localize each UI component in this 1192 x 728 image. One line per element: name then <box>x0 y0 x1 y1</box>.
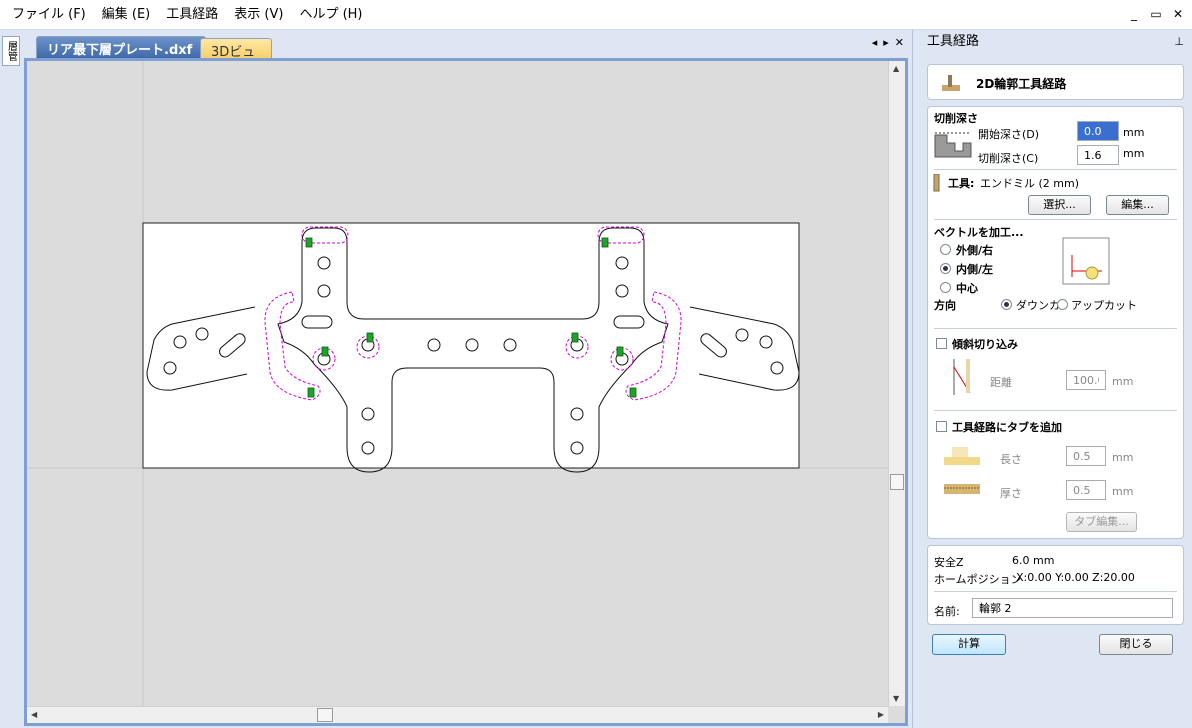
calculate-button[interactable]: 計算 <box>932 634 1006 655</box>
cut-depth-heading: 切削深さ <box>934 112 978 125</box>
ramp-label: 傾斜切り込み <box>952 338 1018 351</box>
vertical-scroll-thumb[interactable] <box>890 474 904 490</box>
menu-file[interactable]: ファイル (F) <box>0 0 94 30</box>
panel-title: 工具経路 ⊥ <box>913 30 1192 54</box>
start-depth-label: 開始深さ(D) <box>978 128 1040 141</box>
tab-length-unit: mm <box>1112 451 1134 464</box>
scroll-left-arrow-icon[interactable]: ◀ <box>31 710 37 719</box>
ramp-distance-unit: mm <box>1112 375 1134 388</box>
tab-thickness-label: 厚さ <box>1000 487 1022 500</box>
drawing-canvas[interactable] <box>27 61 888 706</box>
climb-cut-label: ダウンカット <box>1016 299 1058 312</box>
tab-length-input[interactable] <box>1066 446 1106 466</box>
document-area: リア最下層プレート.dxf 3Dビュー ◂ ▸ ✕ <box>22 30 910 728</box>
toolpath-name-input[interactable] <box>972 598 1173 618</box>
endmill-icon <box>933 174 940 192</box>
conventional-cut-label: アップカット <box>1071 299 1137 312</box>
info-box: 安全Z 6.0 mm ホームポジション X:0.00 Y:0.00 Z:20.0… <box>927 545 1184 625</box>
header-title: 2D輪郭工具経路 <box>976 77 1067 91</box>
tab-3d-view[interactable]: 3Dビュー <box>200 38 272 79</box>
home-position-label: ホームポジション <box>934 573 1022 586</box>
settings-box: 切削深さ 開始深さ(D) mm 切削深さ(C) mm 工具: エンドミル (2 … <box>927 106 1184 539</box>
menu-help[interactable]: ヘルプ (H) <box>291 0 370 30</box>
outside-right-radio[interactable] <box>940 244 951 255</box>
minimize-button[interactable]: _ <box>1128 7 1140 21</box>
inside-left-label: 内側/左 <box>956 263 994 276</box>
menu-toolpaths[interactable]: 工具経路 <box>158 0 226 30</box>
center-label: 中心 <box>956 282 978 295</box>
edit-tabs-button[interactable]: タブ編集... <box>1066 512 1137 532</box>
conventional-cut-radio[interactable] <box>1057 299 1068 310</box>
tab-dxf-document[interactable]: リア最下層プレート.dxf <box>36 36 206 58</box>
add-tabs-label: 工具経路にタブを追加 <box>952 421 1062 434</box>
profile-toolpath-icon <box>942 75 960 91</box>
safe-z-label: 安全Z <box>934 556 964 569</box>
restore-button[interactable]: ▭ <box>1150 7 1162 21</box>
ramp-checkbox[interactable] <box>936 338 947 349</box>
name-label: 名前: <box>934 605 960 618</box>
separator <box>934 591 1177 592</box>
tab-length-label: 長さ <box>1000 453 1022 466</box>
close-button[interactable]: ✕ <box>1172 7 1184 21</box>
separator <box>934 219 1177 220</box>
scroll-right-arrow-icon[interactable]: ▶ <box>878 710 884 719</box>
tab-controls: ◂ ▸ ✕ <box>872 36 904 49</box>
ramp-distance-input[interactable] <box>1066 370 1106 390</box>
inside-cut-preview-icon <box>1062 237 1110 285</box>
cut-depth-input[interactable] <box>1077 145 1119 165</box>
close-panel-button[interactable]: 閉じる <box>1099 634 1173 655</box>
tab-close-icon[interactable]: ✕ <box>895 36 904 49</box>
document-tabstrip: リア最下層プレート.dxf 3Dビュー ◂ ▸ ✕ <box>22 30 910 79</box>
edit-tool-button[interactable]: 編集... <box>1106 195 1169 215</box>
toolpath-panel: 工具経路 ⊥ 2D輪郭工具経路 切削深さ 開始深さ(D) mm 切削深さ(C) … <box>912 30 1192 728</box>
tool-name: エンドミル (2 mm) <box>980 177 1080 190</box>
horizontal-scroll-thumb[interactable] <box>317 708 333 722</box>
separator <box>934 328 1177 329</box>
scroll-down-arrow-icon[interactable]: ▼ <box>893 694 899 703</box>
select-tool-button[interactable]: 選択... <box>1028 195 1091 215</box>
climb-cut-radio[interactable] <box>1001 299 1012 310</box>
pin-icon[interactable]: ⊥ <box>1174 30 1184 54</box>
tab-thickness-unit: mm <box>1112 485 1134 498</box>
tab-prev-icon[interactable]: ◂ <box>872 36 878 49</box>
home-position-value: X:0.00 Y:0.00 Z:20.00 <box>1016 571 1135 584</box>
toolpath-type-header: 2D輪郭工具経路 <box>927 64 1184 100</box>
2d-viewport[interactable]: ▲ ▼ ◀ ▶ <box>24 58 908 726</box>
direction-label: 方向 <box>934 299 956 312</box>
window-controls: _ ▭ ✕ <box>1128 7 1184 21</box>
tab-next-icon[interactable]: ▸ <box>883 36 889 49</box>
ramp-distance-label: 距離 <box>990 376 1012 389</box>
menu-view[interactable]: 表示 (V) <box>226 0 291 30</box>
cut-depth-diagram-icon <box>934 132 972 158</box>
inside-left-radio[interactable] <box>940 263 951 274</box>
cut-depth-label: 切削深さ(C) <box>978 152 1039 165</box>
safe-z-value: 6.0 mm <box>1012 554 1055 567</box>
outside-right-label: 外側/右 <box>956 244 994 257</box>
center-radio[interactable] <box>940 282 951 293</box>
vertical-scrollbar[interactable]: ▲ ▼ <box>888 61 905 706</box>
menu-bar: ファイル (F) 編集 (E) 工具経路 表示 (V) ヘルプ (H) _ ▭ … <box>0 0 1192 30</box>
tab-length-icon <box>944 447 980 465</box>
tool-label: 工具: <box>948 177 975 190</box>
horizontal-scrollbar[interactable]: ◀ ▶ <box>27 706 888 723</box>
menu-edit[interactable]: 編集 (E) <box>94 0 159 30</box>
cut-depth-unit: mm <box>1123 147 1145 160</box>
machine-vectors-heading: ベクトルを加工... <box>934 226 1024 239</box>
start-depth-unit: mm <box>1123 126 1145 139</box>
start-depth-input[interactable] <box>1077 121 1119 141</box>
add-tabs-checkbox[interactable] <box>936 421 947 432</box>
separator <box>934 169 1177 170</box>
tab-thickness-input[interactable] <box>1066 480 1106 500</box>
separator <box>934 410 1177 411</box>
layer-panel-tab[interactable]: 層管 <box>2 36 20 66</box>
tab-thickness-icon <box>944 484 980 494</box>
panel-title-text: 工具経路 <box>927 34 980 49</box>
ramp-diagram-icon <box>953 359 971 395</box>
scroll-up-arrow-icon[interactable]: ▲ <box>893 64 899 73</box>
